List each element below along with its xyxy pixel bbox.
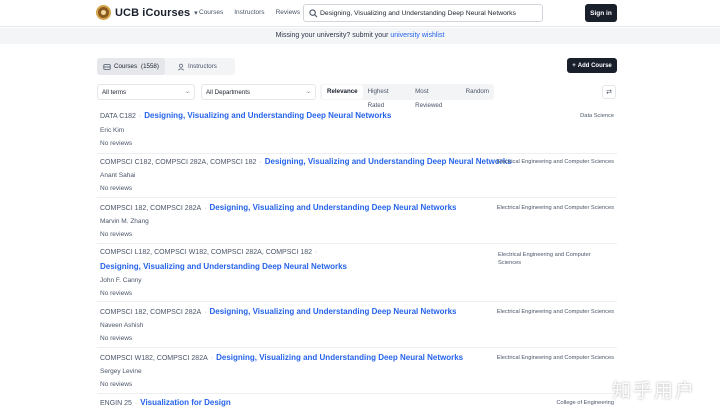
department-label: Electrical Engineering and Computer Scie… (496, 205, 614, 211)
university-seal-icon (96, 5, 111, 20)
instructor-name[interactable]: Eric Kim (100, 127, 124, 134)
terms-select-value: All terms (102, 88, 127, 96)
terms-select[interactable]: All terms ⌄ (97, 84, 195, 100)
course-title-link[interactable]: Designing, Visualizing and Understanding… (100, 262, 347, 271)
course-title-link[interactable]: Designing, Visualizing and Understanding… (210, 307, 457, 316)
search-input[interactable] (320, 7, 540, 20)
course-row: COMPSCI W182, COMPSCI 282A · Designing, Vi… (97, 348, 617, 394)
sort-relevance[interactable]: Relevance (322, 85, 363, 99)
course-codes: COMPSCI L182, COMPSCI W182, COMPSCI 282A… (100, 249, 313, 256)
search-box (303, 4, 543, 22)
tab-courses[interactable]: Courses (1558) (97, 58, 165, 75)
main-nav: Courses Instructors Reviews (199, 9, 300, 16)
banner-text: Missing your university? submit your (275, 32, 391, 39)
review-count: No reviews (100, 381, 133, 388)
course-title-link[interactable]: Visualization for Design (140, 398, 231, 407)
nav-reviews[interactable]: Reviews (276, 9, 301, 16)
department-label: Electrical Engineering and Computer Scie… (498, 252, 591, 266)
departments-select[interactable]: All Departments ⌄ (201, 84, 316, 100)
reset-filters-button[interactable]: ⇄ (602, 85, 616, 99)
chevron-down-icon: ⌄ (184, 89, 190, 95)
watermark: 知乎用户 (612, 380, 697, 402)
course-title-link[interactable]: Designing, Visualizing and Understanding… (144, 111, 391, 120)
add-course-label: Add Course (577, 62, 612, 69)
courses-count: (1558) (141, 63, 159, 70)
sort-most-reviewed[interactable]: Most Reviewed (410, 85, 460, 109)
instructor-name[interactable]: Anant Sahai (100, 172, 135, 179)
review-count: No reviews (100, 140, 133, 147)
sign-in-button[interactable]: Sign in (585, 4, 617, 22)
tab-instructors-label: Instructors (188, 63, 217, 70)
plus-icon: + (572, 62, 576, 69)
department-label: College of Engineering (556, 400, 614, 406)
top-navbar: UCB iCourses ▾ Courses Instructors Revie… (0, 0, 720, 27)
course-row: COMPSCI 182, COMPSCI 282A · Designing, Vis… (97, 198, 617, 244)
search-icon (309, 9, 318, 18)
result-type-tabs: Courses (1558) Instructors (97, 58, 235, 75)
courses-icon (103, 63, 111, 70)
course-row: COMPSCI 182, COMPSCI 282A · Designing, Vis… (97, 302, 617, 348)
course-codes: ENGIN 25 (100, 400, 132, 407)
tab-instructors[interactable]: Instructors (177, 58, 217, 75)
sort-options: Relevance Highest Rated Most Reviewed Ra… (320, 84, 494, 109)
instructor-name[interactable]: Sergey Levine (100, 368, 142, 375)
course-codes: COMPSCI 182, COMPSCI 282A (100, 205, 202, 212)
instructor-name[interactable]: Naveen Ashish (100, 322, 143, 329)
review-count: No reviews (100, 231, 133, 238)
course-title-link[interactable]: Designing, Visualizing and Understanding… (210, 203, 457, 212)
sort-random[interactable]: Random (461, 85, 494, 99)
instructor-name[interactable]: Marvin M. Zhang (100, 218, 149, 225)
departments-select-value: All Departments (206, 88, 251, 96)
course-codes: DATA C182 (100, 113, 136, 120)
tab-courses-label: Courses (114, 63, 138, 70)
brand-logo[interactable]: UCB iCourses ▾ (96, 5, 198, 20)
course-codes: COMPSCI C182, COMPSCI 282A, COMPSCI 182 (100, 159, 257, 166)
brand-name: UCB iCourses (115, 6, 191, 19)
user-icon (177, 63, 185, 70)
course-codes: COMPSCI 182, COMPSCI 282A (100, 309, 202, 316)
department-label: Electrical Engineering and Computer Scie… (496, 309, 614, 315)
course-row: COMPSCI C182, COMPSCI 282A, COMPSCI 182 ·… (97, 152, 617, 198)
refresh-icon: ⇄ (606, 89, 612, 96)
department-label: Data Science (580, 113, 614, 119)
university-wishlist-link[interactable]: university wishlist (390, 32, 444, 39)
instructor-name[interactable]: John F. Canny (100, 277, 142, 284)
chevron-down-icon: ▾ (194, 9, 198, 17)
chevron-down-icon: ⌄ (305, 89, 311, 95)
nav-courses[interactable]: Courses (199, 9, 223, 16)
course-row: ENGIN 25 · Visualization for Design Colleg… (100, 398, 614, 407)
course-title-link[interactable]: Designing, Visualizing and Understanding… (216, 353, 463, 362)
review-count: No reviews (100, 335, 133, 342)
course-row: DATA C182 · Designing, Visualizing and Und… (97, 106, 617, 154)
department-label: Electrical Engineering and Computer Scie… (496, 355, 614, 361)
review-count: No reviews (100, 290, 133, 297)
add-course-button[interactable]: + Add Course (567, 58, 617, 73)
wishlist-banner: Missing your university? submit your uni… (0, 28, 720, 44)
sort-highest-rated[interactable]: Highest Rated (363, 85, 411, 109)
nav-instructors[interactable]: Instructors (234, 9, 264, 16)
review-count: No reviews (100, 185, 133, 192)
course-row: COMPSCI L182, COMPSCI W182, COMPSCI 282A… (97, 244, 617, 302)
department-label: Electrical Engineering and Computer Scie… (496, 159, 614, 165)
course-title-link[interactable]: Designing, Visualizing and Understanding… (265, 157, 512, 166)
course-codes: COMPSCI W182, COMPSCI 282A (100, 355, 208, 362)
